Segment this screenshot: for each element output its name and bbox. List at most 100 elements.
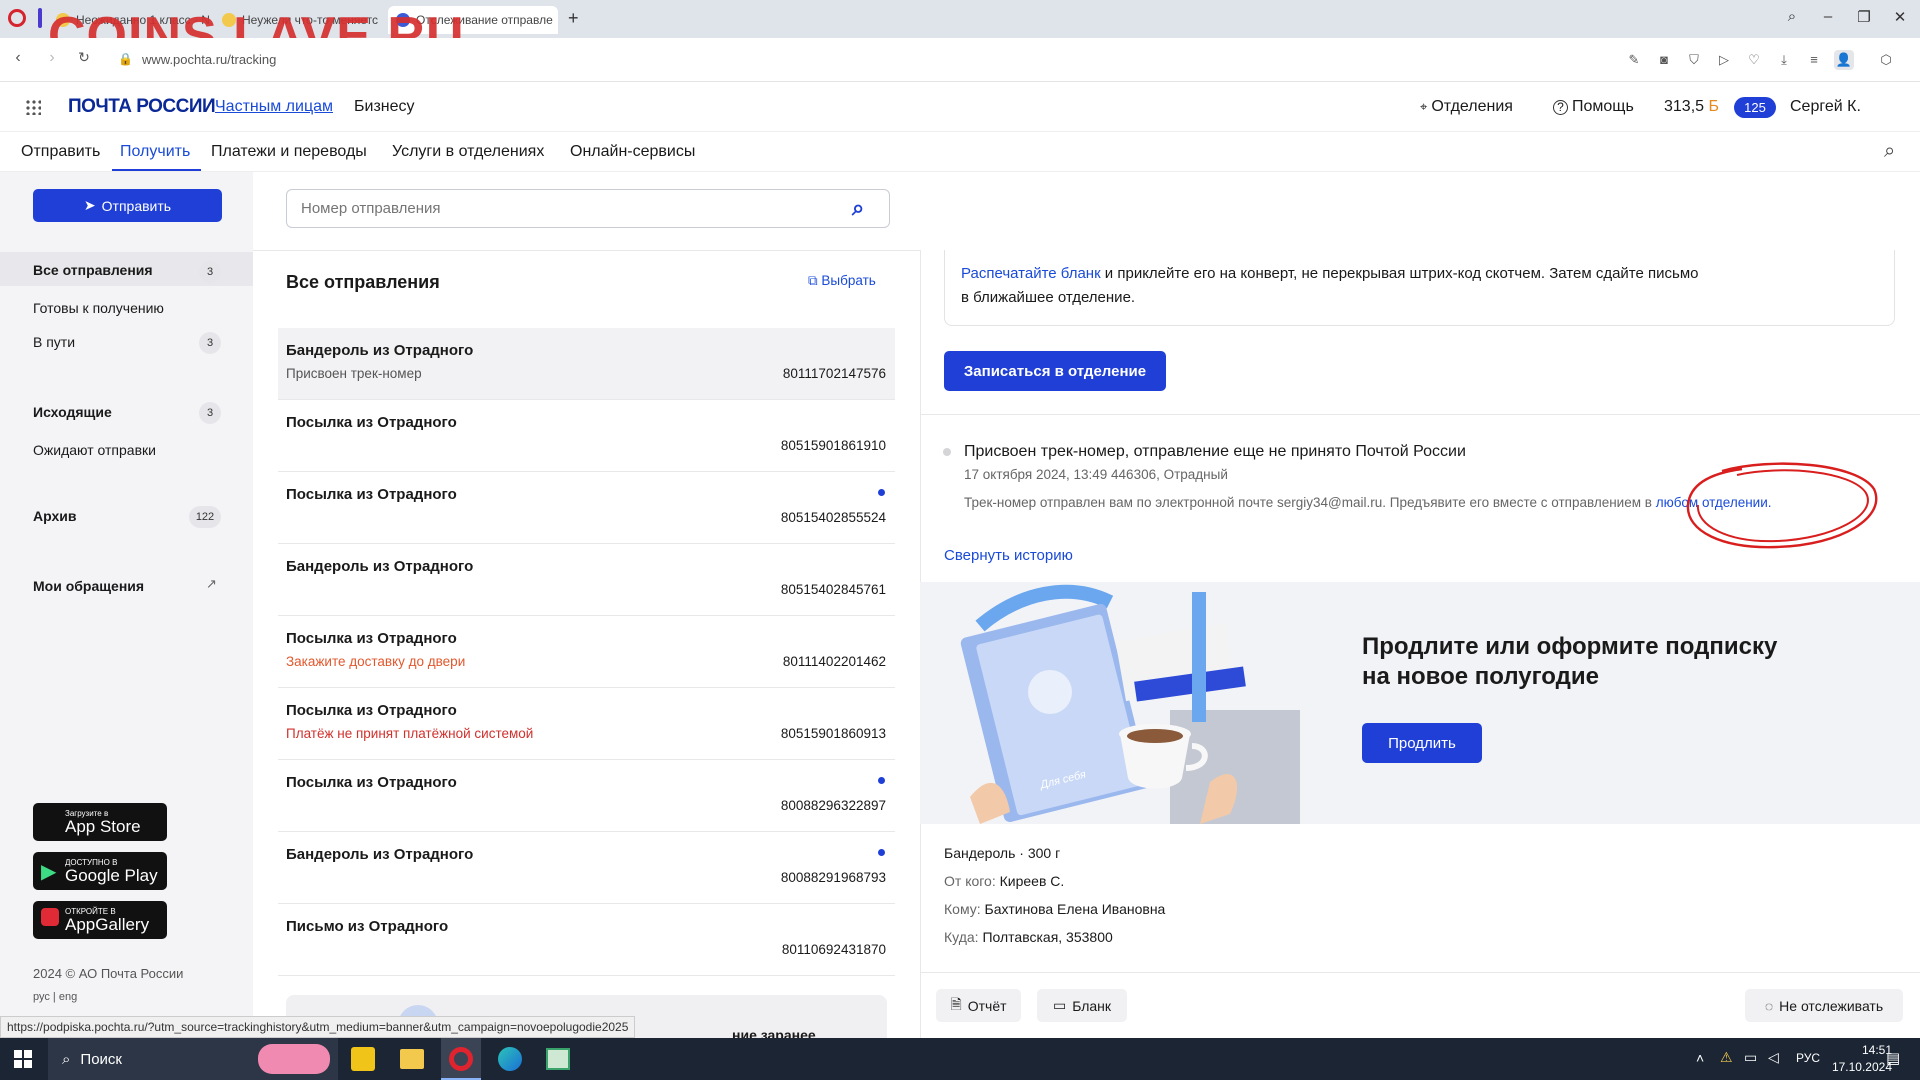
notification-badge[interactable]: 125 xyxy=(1734,97,1776,118)
address-bar: ‹ › ↻ 🔒 www.pochta.ru/tracking ✎ ◙ ⛉ ▷ ♡… xyxy=(0,38,1920,82)
shield-icon[interactable]: ⛉ xyxy=(1684,50,1704,70)
edge-icon[interactable] xyxy=(498,1047,522,1071)
list-item[interactable]: Бандероль из Отрадного 80088291968793 xyxy=(278,832,895,904)
close-window-icon[interactable]: ✕ xyxy=(1890,8,1910,26)
sidebar-item-all[interactable]: Все отправления xyxy=(33,262,153,278)
volume-icon[interactable]: ◁ xyxy=(1768,1049,1779,1066)
close-tab-icon[interactable]: ✕ xyxy=(553,13,558,27)
document-icon: 🗎 xyxy=(950,995,962,1012)
list-item[interactable]: Письмо из Отрадного 80110692431870 xyxy=(278,904,895,976)
sidebar-item-awaiting[interactable]: Ожидают отправки xyxy=(33,442,156,458)
subscription-banner[interactable]: Для себя Продлите или оформите подписку н… xyxy=(920,582,1920,824)
url-field[interactable]: www.pochta.ru/tracking xyxy=(142,52,276,67)
edit-icon[interactable]: ✎ xyxy=(1624,50,1644,70)
maximize-icon[interactable]: ❐ xyxy=(1854,8,1874,26)
sidebar-item-in-transit[interactable]: В пути xyxy=(33,334,75,350)
back-icon[interactable]: ‹ xyxy=(8,49,28,67)
sidebar-item-ready[interactable]: Готовы к получению xyxy=(33,300,164,316)
network-icon[interactable]: ▭ xyxy=(1744,1049,1757,1066)
nav-business[interactable]: Бизнесу xyxy=(354,98,415,116)
app-icon[interactable] xyxy=(546,1048,570,1070)
subnav-online[interactable]: Онлайн-сервисы xyxy=(570,143,695,161)
send-button[interactable]: ➤ Отправить xyxy=(33,189,222,222)
report-button[interactable]: 🗎 Отчёт xyxy=(936,989,1021,1022)
destination: Куда: Полтавская, 353800 xyxy=(944,929,1113,945)
app-store-badge[interactable]: Загрузите в App Store xyxy=(33,803,167,841)
unread-dot xyxy=(878,777,885,784)
search-icon[interactable]: ⌕ xyxy=(1884,140,1895,163)
appgallery-badge[interactable]: ОТКРОЙТЕ В AppGallery xyxy=(33,901,167,939)
windows-start-icon[interactable] xyxy=(14,1050,32,1068)
help-link[interactable]: ? Помощь xyxy=(1553,98,1634,116)
minimize-icon[interactable]: – xyxy=(1818,8,1838,25)
tracking-search-input[interactable] xyxy=(286,189,890,228)
nav-private[interactable]: Частным лицам xyxy=(215,98,333,116)
bonus-value: 313,5 xyxy=(1664,98,1705,115)
blank-button[interactable]: ▭ Бланк xyxy=(1037,989,1127,1022)
section-divider xyxy=(920,414,1920,415)
select-button[interactable]: ⧉ Выбрать xyxy=(808,273,876,289)
external-link-icon[interactable]: ↗ xyxy=(206,576,217,592)
menu-icon[interactable]: ≡ xyxy=(1804,50,1824,70)
promo-title-line2: на новое полугодие xyxy=(1362,663,1599,690)
list-item[interactable]: Бандероль из Отрадного 80515402845761 xyxy=(278,544,895,616)
subnav-services[interactable]: Услуги в отделениях xyxy=(392,143,544,161)
subnav-send[interactable]: Отправить xyxy=(21,143,100,161)
opera-logo-icon[interactable] xyxy=(8,9,26,27)
notifications-icon[interactable]: ▤ xyxy=(1886,1049,1900,1067)
clock[interactable]: 14:51 17.10.2024 xyxy=(1806,1042,1892,1076)
list-item[interactable]: Посылка из Отрадного 80088296322897 xyxy=(278,760,895,832)
select-label: Выбрать xyxy=(821,273,876,288)
list-item[interactable]: Посылка из Отрадного 80515402855524 xyxy=(278,472,895,544)
sender: От кого: Киреев С. xyxy=(944,873,1064,889)
sidebar-item-outgoing[interactable]: Исходящие xyxy=(33,404,112,420)
eye-off-icon: ◌ xyxy=(1764,997,1774,1014)
renew-button[interactable]: Продлить xyxy=(1362,723,1482,763)
google-play-badge[interactable]: ▶ ДОСТУПНО В Google Play xyxy=(33,852,167,890)
sidebar-item-requests[interactable]: Мои обращения xyxy=(33,578,144,594)
print-form-link[interactable]: Распечатайте бланк xyxy=(961,265,1101,282)
apps-grid-icon[interactable] xyxy=(25,99,41,115)
user-name[interactable]: Сергей К. xyxy=(1790,98,1861,116)
store-big: Google Play xyxy=(65,865,158,885)
subnav-receive[interactable]: Получить xyxy=(120,143,190,161)
sidebar-toggle-icon[interactable] xyxy=(38,8,42,28)
play-icon[interactable]: ▷ xyxy=(1714,50,1734,70)
item-number: 80088296322897 xyxy=(780,798,886,813)
list-item[interactable]: Посылка из Отрадного Закажите доставку до… xyxy=(278,616,895,688)
copy-icon: ⧉ xyxy=(808,273,818,288)
parcel-type: Бандероль · 300 г xyxy=(944,845,1061,861)
camera-icon[interactable]: ◙ xyxy=(1654,50,1674,70)
download-icon[interactable]: ⤓ xyxy=(1774,50,1794,70)
help-label: Помощь xyxy=(1572,98,1634,115)
search-tabs-icon[interactable]: ⌕ xyxy=(1782,8,1802,25)
list-item[interactable]: Бандероль из Отрадного Присвоен трек-номе… xyxy=(278,328,895,400)
extensions-icon[interactable]: ⬡ xyxy=(1876,50,1896,70)
heart-icon[interactable]: ♡ xyxy=(1744,50,1764,70)
list-item[interactable]: Посылка из Отрадного 80515901861910 xyxy=(278,400,895,472)
offices-link[interactable]: ⌖ Отделения xyxy=(1420,98,1513,116)
tray-warning-icon[interactable]: ⚠ xyxy=(1720,1049,1733,1066)
profile-icon[interactable]: 👤 xyxy=(1834,50,1854,70)
count-badge: 3 xyxy=(199,332,221,354)
item-title: Письмо из Отрадного xyxy=(286,918,449,935)
collapse-history-link[interactable]: Свернуть историю xyxy=(944,547,1073,564)
new-tab-button[interactable]: + xyxy=(568,8,579,29)
search-submit-icon[interactable]: ⌕ xyxy=(852,195,864,221)
outlook-icon[interactable] xyxy=(351,1047,375,1071)
tray-chevron-icon[interactable]: ˄ xyxy=(1696,1050,1704,1066)
logo[interactable]: ПОЧТА РОССИИ xyxy=(68,96,216,118)
untrack-button[interactable]: ◌ Не отслеживать xyxy=(1745,989,1903,1022)
paper-plane-icon: ➤ xyxy=(83,197,96,213)
opera-taskbar-icon[interactable] xyxy=(441,1038,481,1080)
language-switch[interactable]: рус | eng xyxy=(33,991,77,1003)
forward-icon[interactable]: › xyxy=(42,49,62,67)
file-explorer-icon[interactable] xyxy=(400,1049,424,1069)
list-item[interactable]: Посылка из Отрадного Платёж не принят пла… xyxy=(278,688,895,760)
sidebar-item-archive[interactable]: Архив xyxy=(33,508,76,524)
bonus-balance[interactable]: 313,5 Б xyxy=(1664,98,1719,116)
reload-icon[interactable]: ↻ xyxy=(74,49,94,66)
appointment-button[interactable]: Записаться в отделение xyxy=(944,351,1166,391)
subnav-payments[interactable]: Платежи и переводы xyxy=(211,143,367,161)
play-store-icon: ▶ xyxy=(41,860,57,883)
